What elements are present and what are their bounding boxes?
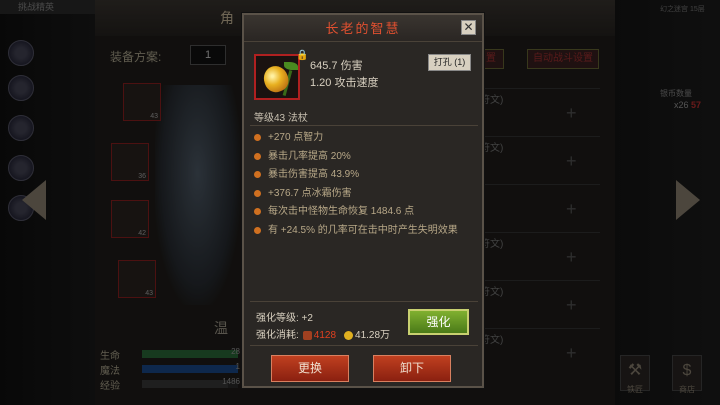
attribute-item: 暴击几率提高 20% [254,150,458,169]
enhance-level: 强化等级: +2 [256,313,313,324]
item-detail-modal: 长老的智慧 ✕ 🔒 645.7 伤害 1.20 攻击速度 打孔 (1) 等级43… [242,13,484,388]
item-damage: 645.7 伤害 [310,60,363,72]
coin-icon [344,330,354,340]
attribute-list: +270 点智力 暴击几率提高 20% 暴击伤害提高 43.9% +376.7 … [254,131,458,242]
staff-item-icon [254,54,300,100]
unequip-button[interactable]: 卸下 [373,355,451,382]
material-icon [302,330,312,340]
attribute-item: +376.7 点冰霜伤害 [254,187,458,206]
attribute-item: +270 点智力 [254,131,458,150]
replace-button[interactable]: 更换 [271,355,349,382]
socket-button[interactable]: 打孔 (1) [428,54,471,71]
item-title: 长老的智慧 [244,15,482,42]
divider [250,301,478,302]
divider [250,125,478,126]
divider [250,345,478,346]
lock-icon[interactable]: 🔒 [296,50,308,61]
item-level-type: 等级43 法杖 [254,113,308,124]
attribute-item: 有 +24.5% 的几率可在击中时产生失明效果 [254,224,458,243]
enhance-cost: 强化消耗: 4128 41.28万 [256,330,391,341]
item-attack-speed: 1.20 攻击速度 [310,77,379,89]
attribute-item: 每次击中怪物生命恢复 1484.6 点 [254,205,458,224]
close-button[interactable]: ✕ [461,20,476,35]
attribute-item: 暴击伤害提高 43.9% [254,168,458,187]
enhance-button[interactable]: 强化 [408,309,469,335]
